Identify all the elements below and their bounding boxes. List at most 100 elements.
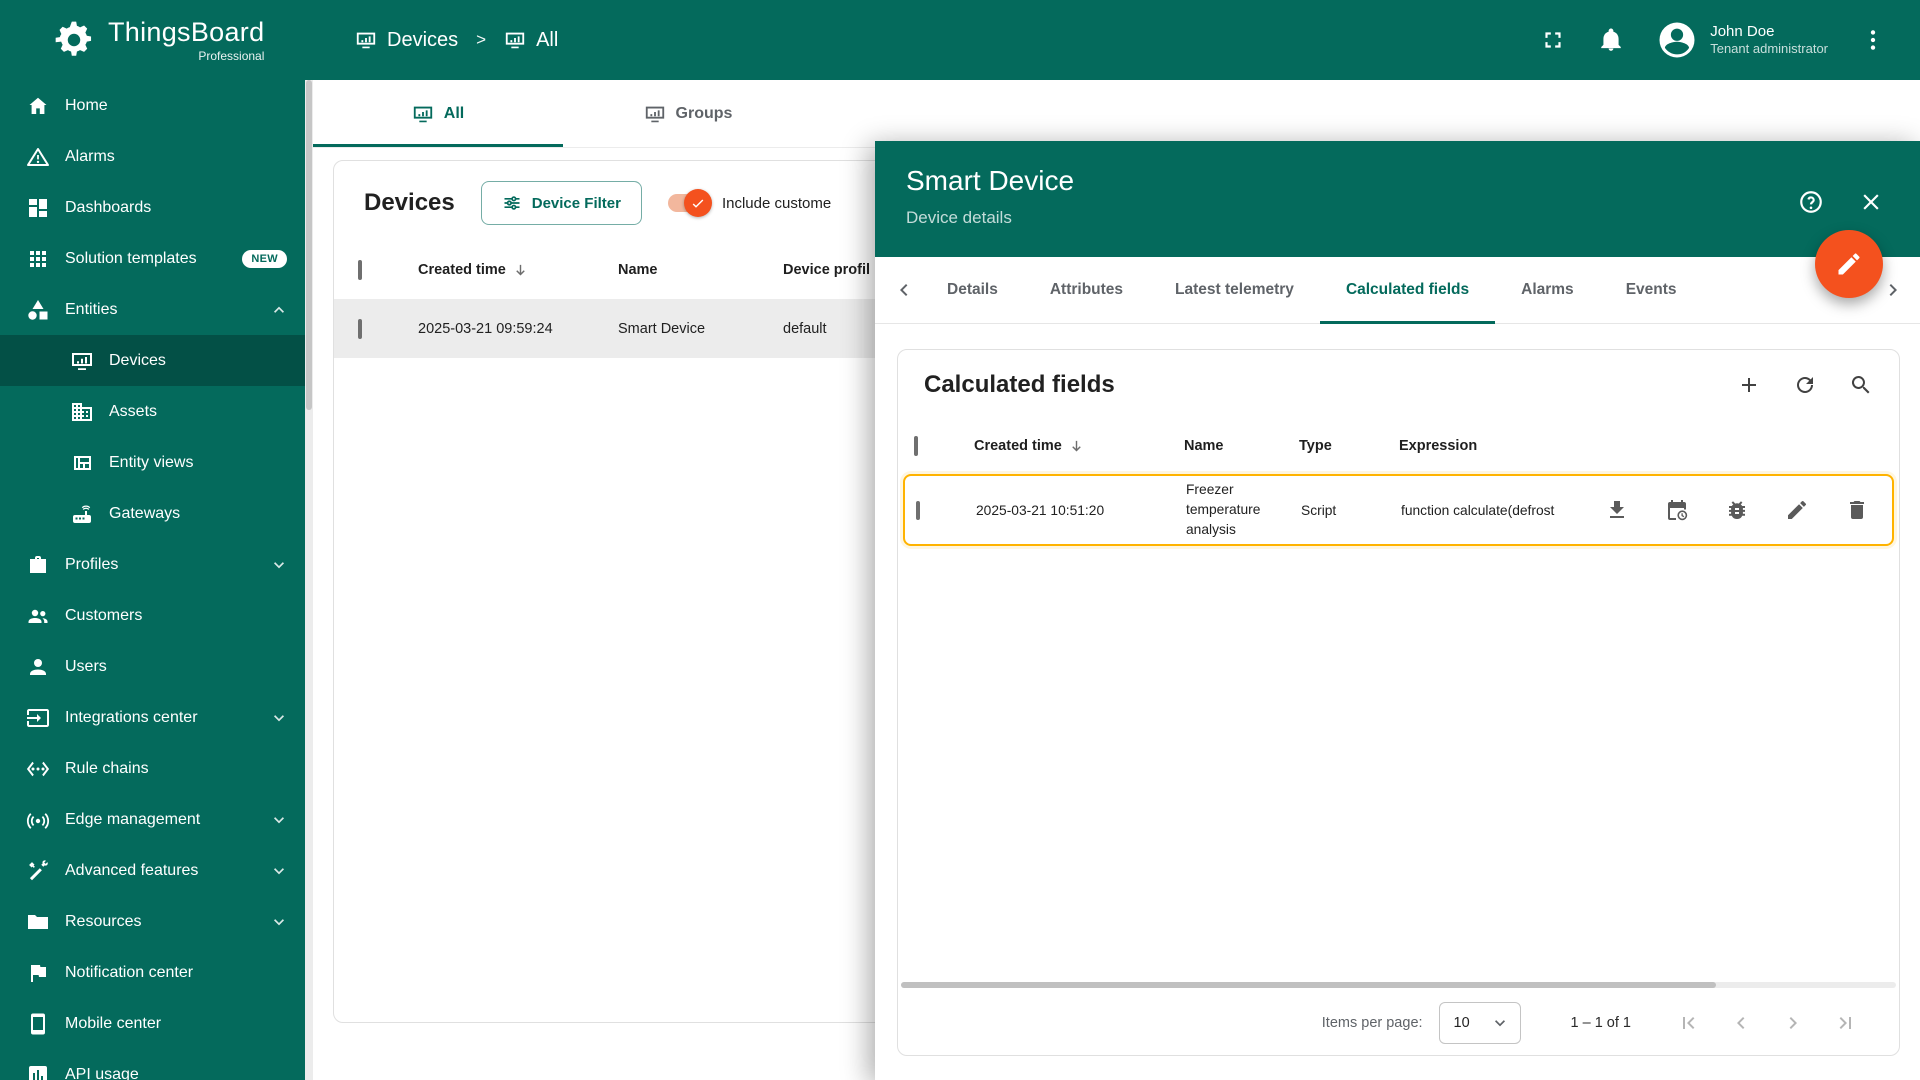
sidebar-item-api-usage[interactable]: API usage bbox=[0, 1049, 305, 1080]
last-page-icon[interactable] bbox=[1833, 1011, 1857, 1035]
sidebar-scrollbar[interactable] bbox=[305, 80, 313, 1080]
breadcrumb-devices[interactable]: Devices bbox=[355, 29, 458, 52]
close-icon[interactable] bbox=[1858, 189, 1884, 215]
tab-all[interactable]: All bbox=[313, 80, 563, 147]
user-name: John Doe bbox=[1710, 22, 1775, 40]
refresh-icon[interactable] bbox=[1793, 373, 1817, 397]
tab-attributes[interactable]: Attributes bbox=[1024, 257, 1149, 324]
sidebar-item-rule-chains[interactable]: Rule chains bbox=[0, 743, 305, 794]
tab-groups[interactable]: Groups bbox=[563, 80, 813, 147]
help-icon[interactable] bbox=[1798, 189, 1824, 215]
sidebar-item-mobile-center[interactable]: Mobile center bbox=[0, 998, 305, 1049]
chevron-down-icon bbox=[1490, 1013, 1510, 1033]
search-icon[interactable] bbox=[1849, 373, 1873, 397]
calculated-fields-title: Calculated fields bbox=[924, 371, 1115, 398]
sidebar-item-integrations-center[interactable]: Integrations center bbox=[0, 692, 305, 743]
sidebar-item-assets[interactable]: Assets bbox=[0, 386, 305, 437]
debug-bug-icon[interactable] bbox=[1725, 498, 1749, 522]
sidebar-item-customers[interactable]: Customers bbox=[0, 590, 305, 641]
drawer-header: Smart Device Device details bbox=[875, 141, 1920, 257]
next-page-icon[interactable] bbox=[1781, 1011, 1805, 1035]
calculated-fields-actions bbox=[1737, 373, 1873, 397]
devices-col-created-time[interactable]: Created time bbox=[418, 262, 618, 279]
delete-trash-icon[interactable] bbox=[1845, 498, 1869, 522]
horizontal-scrollbar-thumb[interactable] bbox=[901, 982, 1716, 988]
tabs-scroll-right-button[interactable] bbox=[1876, 273, 1910, 307]
page-size-select[interactable]: 10 bbox=[1438, 1002, 1521, 1044]
add-calculated-field-icon[interactable] bbox=[1737, 373, 1761, 397]
export-download-icon[interactable] bbox=[1605, 498, 1629, 522]
tabs-scroll-left-button[interactable] bbox=[887, 273, 921, 307]
toggle-knob bbox=[683, 189, 712, 217]
breadcrumb-all[interactable]: All bbox=[504, 29, 558, 52]
settings-ethernet-icon bbox=[26, 757, 50, 781]
sidebar-item-edge-management[interactable]: Edge management bbox=[0, 794, 305, 845]
input-icon bbox=[26, 706, 50, 730]
notifications-bell-icon[interactable] bbox=[1598, 27, 1624, 53]
calc-col-name[interactable]: Name bbox=[1184, 438, 1299, 454]
calc-col-type[interactable]: Type bbox=[1299, 438, 1399, 454]
pencil-icon bbox=[1835, 250, 1863, 278]
sidebar-item-label: Mobile center bbox=[65, 1014, 162, 1032]
home-icon bbox=[26, 94, 50, 118]
check-icon bbox=[690, 195, 706, 211]
row-checkbox[interactable] bbox=[916, 500, 920, 520]
sidebar-item-alarms[interactable]: Alarms bbox=[0, 131, 305, 182]
calc-col-expression[interactable]: Expression bbox=[1399, 438, 1583, 454]
debug-events-calendar-clock-icon[interactable] bbox=[1665, 498, 1689, 522]
calculated-field-row-highlighted[interactable]: 2025-03-21 10:51:20 Freezer temperature … bbox=[903, 474, 1894, 546]
fullscreen-icon[interactable] bbox=[1540, 27, 1566, 53]
drawer-tabs: Details Attributes Latest telemetry Calc… bbox=[875, 257, 1920, 324]
user-role: Tenant administrator bbox=[1710, 41, 1828, 57]
sidebar-item-dashboards[interactable]: Dashboards bbox=[0, 182, 305, 233]
sidebar-item-label: Assets bbox=[109, 402, 158, 420]
device-filter-button[interactable]: Device Filter bbox=[480, 181, 642, 225]
devices-col-name[interactable]: Name bbox=[618, 262, 783, 278]
sidebar-item-notification-center[interactable]: Notification center bbox=[0, 947, 305, 998]
sidebar-item-resources[interactable]: Resources bbox=[0, 896, 305, 947]
sidebar-item-users[interactable]: Users bbox=[0, 641, 305, 692]
thingsboard-gear-logo-icon bbox=[52, 18, 96, 62]
devices-icon bbox=[70, 349, 94, 373]
sidebar-scrollbar-thumb[interactable] bbox=[306, 80, 312, 410]
sidebar-item-devices[interactable]: Devices bbox=[0, 335, 305, 386]
horizontal-scrollbar[interactable] bbox=[901, 982, 1896, 988]
row-checkbox[interactable] bbox=[358, 318, 362, 339]
tab-events[interactable]: Events bbox=[1600, 257, 1703, 324]
sidebar-item-label: API usage bbox=[65, 1065, 139, 1080]
sidebar-item-entity-views[interactable]: Entity views bbox=[0, 437, 305, 488]
sidebar-item-gateways[interactable]: Gateways bbox=[0, 488, 305, 539]
warning-icon bbox=[26, 145, 50, 169]
tab-latest-telemetry[interactable]: Latest telemetry bbox=[1149, 257, 1320, 324]
table-pagination: Items per page: 10 1 – 1 of 1 bbox=[898, 991, 1899, 1055]
table-empty-space bbox=[898, 546, 1899, 982]
first-page-icon[interactable] bbox=[1677, 1011, 1701, 1035]
brand-subtitle: Professional bbox=[198, 49, 265, 63]
sidebar-item-advanced-features[interactable]: Advanced features bbox=[0, 845, 305, 896]
tab-calculated-fields[interactable]: Calculated fields bbox=[1319, 257, 1496, 324]
more-vert-icon[interactable] bbox=[1860, 27, 1886, 53]
tab-alarms[interactable]: Alarms bbox=[1495, 257, 1600, 324]
brand-logo[interactable]: ThingsBoard Professional bbox=[0, 17, 264, 63]
view-quilt-icon bbox=[70, 451, 94, 475]
user-menu[interactable]: John Doe Tenant administrator bbox=[1656, 19, 1828, 61]
sidebar-item-home[interactable]: Home bbox=[0, 80, 305, 131]
tab-details[interactable]: Details bbox=[921, 257, 1024, 324]
sidebar-item-label: Customers bbox=[65, 606, 143, 624]
sidebar-item-profiles[interactable]: Profiles bbox=[0, 539, 305, 590]
select-all-checkbox[interactable] bbox=[358, 260, 362, 280]
devices-icon bbox=[412, 103, 434, 125]
include-customers-toggle[interactable] bbox=[667, 189, 712, 217]
select-all-checkbox[interactable] bbox=[914, 436, 918, 456]
sidebar-item-solution-templates[interactable]: Solution templates NEW bbox=[0, 233, 305, 284]
edit-fab-button[interactable] bbox=[1815, 230, 1883, 298]
sidebar-item-label: Resources bbox=[65, 912, 142, 930]
tab-all-label: All bbox=[443, 104, 465, 122]
calculated-fields-table-header: Created time Name Type Expression bbox=[898, 420, 1899, 472]
calculated-fields-toolbar: Calculated fields bbox=[898, 350, 1899, 420]
edit-pencil-icon[interactable] bbox=[1785, 498, 1809, 522]
previous-page-icon[interactable] bbox=[1729, 1011, 1753, 1035]
calc-col-created-time[interactable]: Created time bbox=[974, 438, 1184, 455]
flag-icon bbox=[26, 961, 50, 985]
sidebar-item-entities[interactable]: Entities bbox=[0, 284, 305, 335]
